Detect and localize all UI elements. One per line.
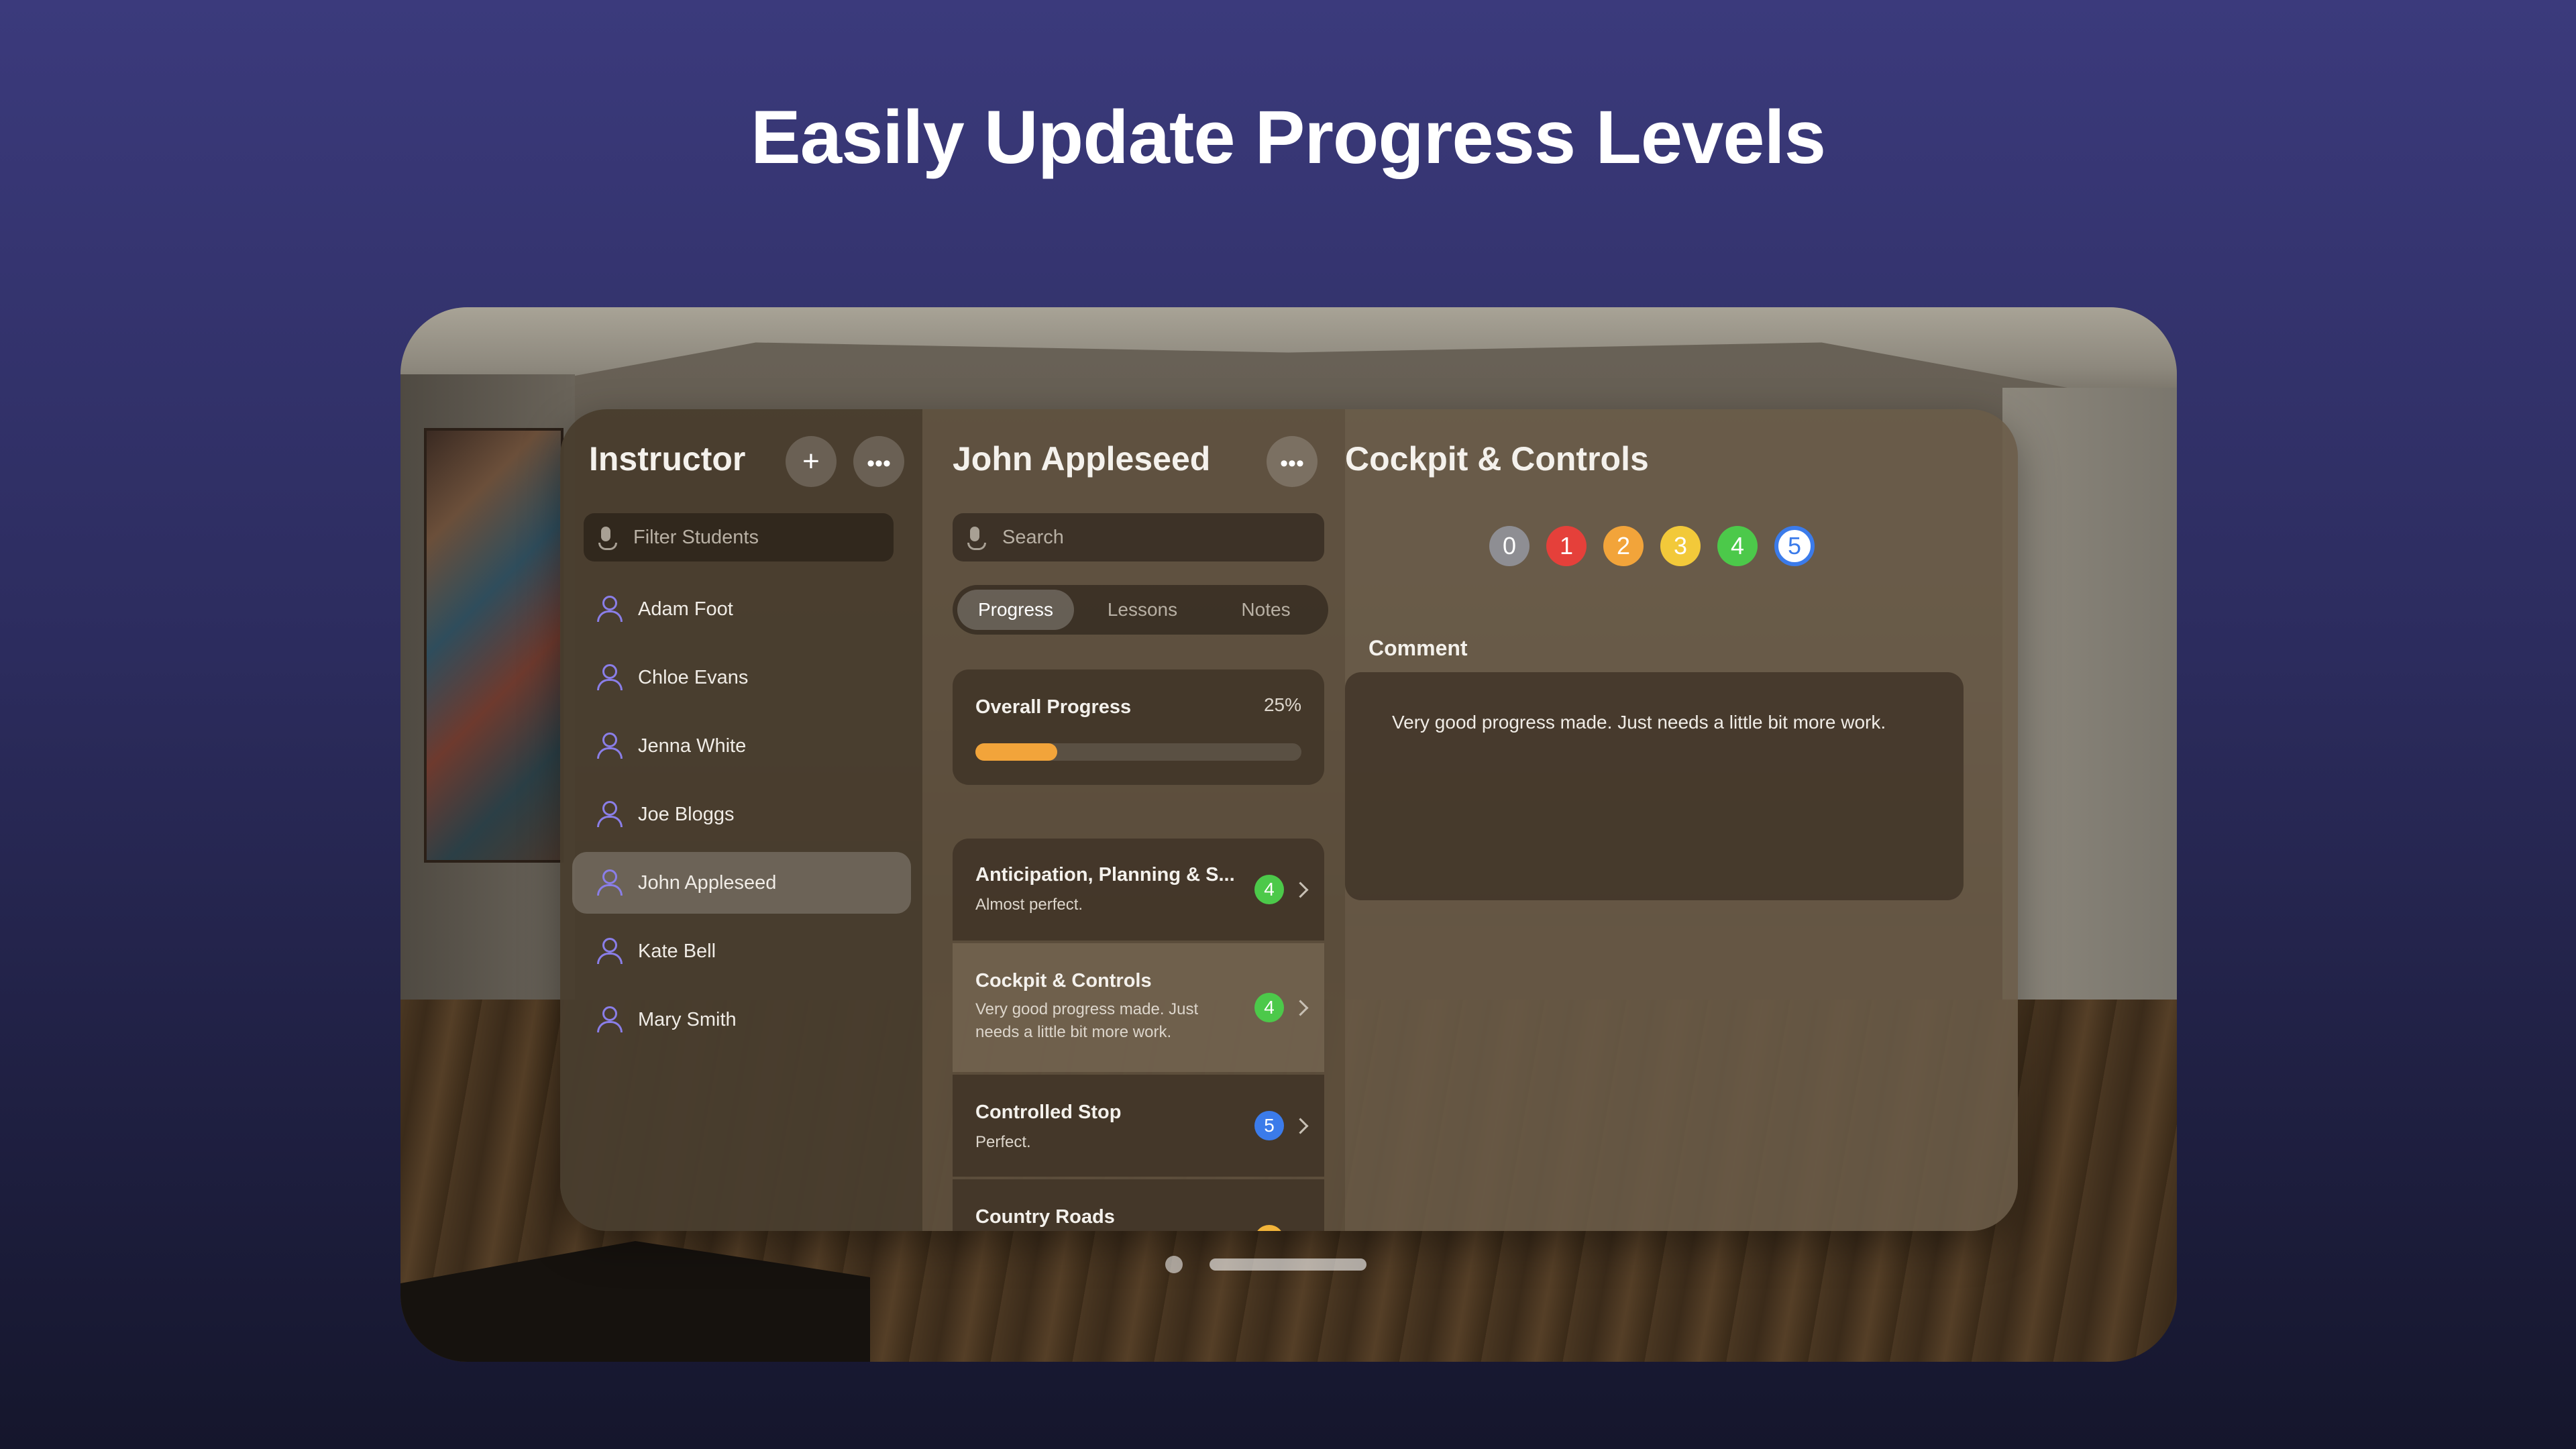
student-item[interactable]: Adam Foot bbox=[572, 578, 911, 640]
search-input[interactable]: Search bbox=[953, 513, 1324, 561]
comment-text: Very good progress made. Just needs a li… bbox=[1392, 712, 1886, 733]
student-more-button[interactable]: ••• bbox=[1267, 436, 1318, 487]
lesson-row[interactable]: Country Roads bbox=[953, 1179, 1324, 1231]
person-icon bbox=[595, 869, 623, 898]
window-close-dot[interactable] bbox=[1165, 1256, 1183, 1273]
chevron-right-icon bbox=[1292, 1118, 1309, 1134]
overall-progress-label: Overall Progress bbox=[975, 696, 1132, 718]
person-icon bbox=[595, 938, 623, 966]
lesson-note-line: Very good progress made. Just bbox=[975, 1000, 1199, 1018]
lesson-title: Anticipation, Planning & S... bbox=[975, 864, 1235, 885]
lesson-title: Country Roads bbox=[975, 1206, 1115, 1228]
student-name: Jenna White bbox=[638, 735, 747, 757]
student-name: John Appleseed bbox=[638, 872, 777, 894]
student-item[interactable]: Joe Bloggs bbox=[572, 784, 911, 845]
student-item[interactable]: Chloe Evans bbox=[572, 647, 911, 708]
ellipsis-icon: ••• bbox=[1280, 451, 1304, 476]
level-badge: 4 bbox=[1254, 875, 1284, 904]
sidebar: Instructor + ••• Filter Students Adam Fo… bbox=[560, 409, 922, 1231]
add-student-button[interactable]: + bbox=[786, 436, 837, 487]
painting bbox=[424, 428, 564, 863]
tab-notes[interactable]: Notes bbox=[1208, 590, 1324, 630]
headline: Easily Update Progress Levels bbox=[751, 95, 1826, 179]
lesson-note-line: needs a little bit more work. bbox=[975, 1023, 1172, 1041]
chevron-right-icon bbox=[1292, 1000, 1309, 1016]
student-pane: John Appleseed ••• Search Progress Lesso… bbox=[922, 409, 1345, 1231]
person-icon bbox=[595, 596, 623, 624]
segmented-control: Progress Lessons Notes bbox=[953, 585, 1328, 635]
lesson-note: Perfect. bbox=[975, 1133, 1031, 1151]
student-name: Mary Smith bbox=[638, 1009, 737, 1030]
window-grabber-bar[interactable] bbox=[1210, 1258, 1366, 1271]
level-2-button[interactable]: 2 bbox=[1603, 526, 1644, 566]
lesson-row[interactable]: Anticipation, Planning & S... Almost per… bbox=[953, 839, 1324, 941]
lesson-title: Cockpit & Controls bbox=[975, 970, 1152, 991]
lesson-row[interactable]: Controlled Stop Perfect. 5 bbox=[953, 1075, 1324, 1177]
microphone-icon bbox=[598, 527, 617, 550]
tab-lessons[interactable]: Lessons bbox=[1084, 590, 1201, 630]
sidebar-more-button[interactable]: ••• bbox=[853, 436, 904, 487]
ellipsis-icon: ••• bbox=[867, 451, 891, 476]
microphone-icon bbox=[967, 527, 986, 550]
filter-students-input[interactable]: Filter Students bbox=[584, 513, 894, 561]
overall-progress-card: Overall Progress 25% bbox=[953, 669, 1324, 785]
student-name: Chloe Evans bbox=[638, 667, 749, 688]
progress-bar-fill bbox=[975, 743, 1057, 761]
ceiling bbox=[400, 307, 2177, 408]
student-item[interactable]: Mary Smith bbox=[572, 989, 911, 1051]
lesson-note: Almost perfect. bbox=[975, 896, 1083, 914]
comment-box[interactable]: Very good progress made. Just needs a li… bbox=[1345, 672, 1964, 900]
lesson-row-selected[interactable]: Cockpit & Controls Very good progress ma… bbox=[953, 943, 1324, 1072]
level-5-button[interactable]: 5 bbox=[1774, 526, 1815, 566]
chevron-right-icon bbox=[1292, 881, 1309, 898]
overall-progress-value: 25% bbox=[1263, 694, 1301, 715]
app-window: Instructor + ••• Filter Students Adam Fo… bbox=[560, 409, 2018, 1231]
tab-progress[interactable]: Progress bbox=[957, 590, 1074, 630]
student-item[interactable]: Kate Bell bbox=[572, 920, 911, 982]
level-4-button[interactable]: 4 bbox=[1717, 526, 1758, 566]
level-badge: 4 bbox=[1254, 993, 1284, 1022]
comment-label: Comment bbox=[1368, 636, 1468, 660]
person-icon bbox=[595, 664, 623, 692]
level-0-button[interactable]: 0 bbox=[1489, 526, 1529, 566]
person-icon bbox=[595, 801, 623, 829]
student-title: John Appleseed bbox=[953, 440, 1211, 478]
plus-icon: + bbox=[802, 445, 820, 478]
search-placeholder: Search bbox=[1002, 527, 1064, 548]
level-badge bbox=[1254, 1225, 1284, 1231]
lesson-title: Controlled Stop bbox=[975, 1102, 1122, 1123]
level-1-button[interactable]: 1 bbox=[1546, 526, 1587, 566]
filter-placeholder: Filter Students bbox=[633, 527, 759, 548]
sidebar-title: Instructor bbox=[589, 440, 746, 478]
person-icon bbox=[595, 1006, 623, 1034]
student-item-selected[interactable]: John Appleseed bbox=[572, 852, 911, 914]
student-name: Joe Bloggs bbox=[638, 804, 735, 825]
student-name: Adam Foot bbox=[638, 598, 733, 620]
progress-bar bbox=[975, 743, 1301, 761]
student-item[interactable]: Jenna White bbox=[572, 715, 911, 777]
level-3-button[interactable]: 3 bbox=[1660, 526, 1701, 566]
person-icon bbox=[595, 733, 623, 761]
student-name: Kate Bell bbox=[638, 941, 716, 962]
detail-title: Cockpit & Controls bbox=[1345, 440, 1649, 478]
detail-pane: Cockpit & Controls 012345 Comment Very g… bbox=[1345, 409, 2018, 1231]
level-badge: 5 bbox=[1254, 1111, 1284, 1140]
